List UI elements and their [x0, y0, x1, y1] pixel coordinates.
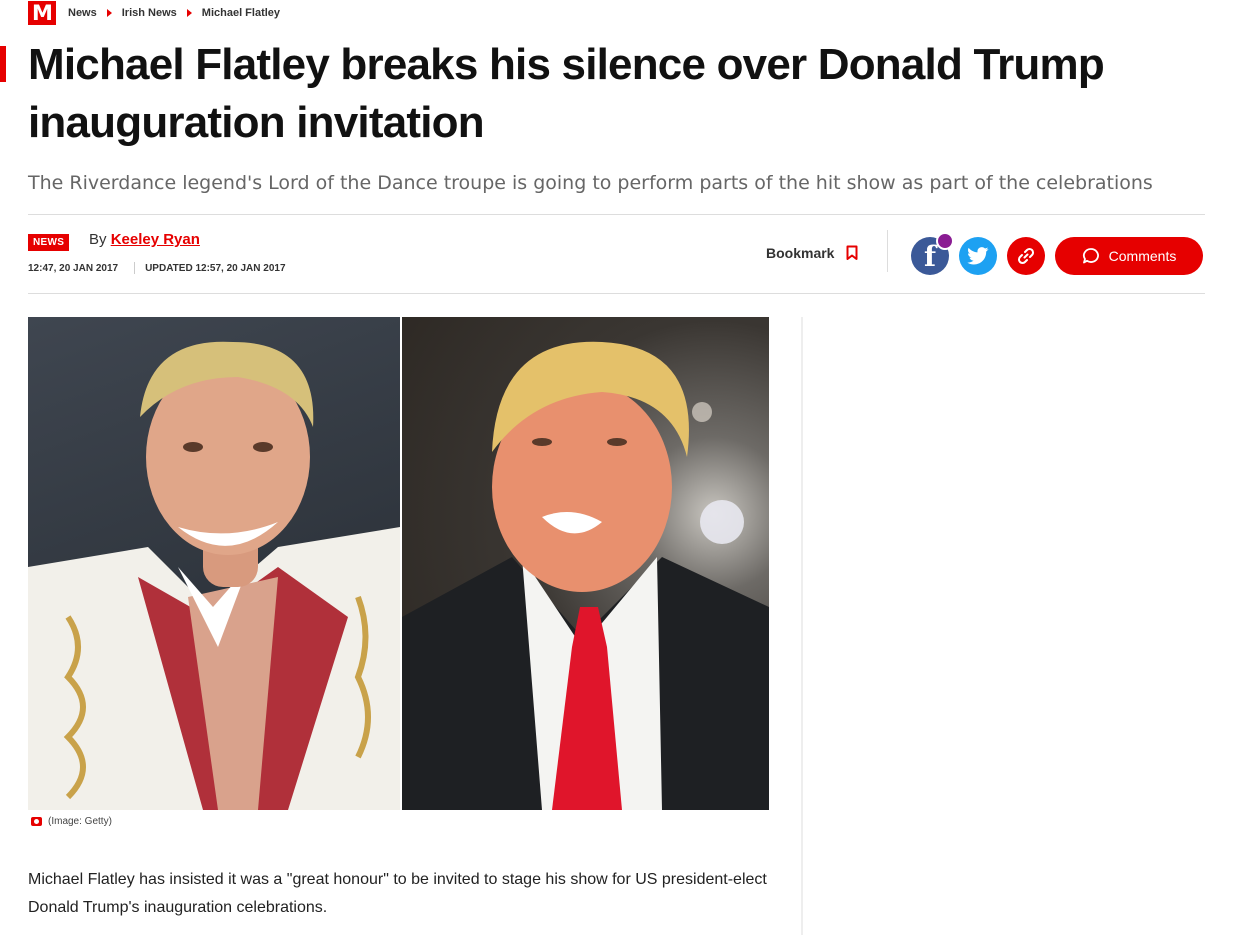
article-standfirst: The Riverdance legend's Lord of the Danc…	[28, 172, 1153, 194]
hero-photo-right	[402, 317, 769, 810]
top-bar: M News Irish News Michael Flatley	[28, 0, 280, 26]
divider	[28, 214, 1205, 215]
divider	[28, 293, 1205, 294]
article-headline: Michael Flatley breaks his silence over …	[28, 40, 1105, 147]
breadcrumb: News Irish News Michael Flatley	[68, 7, 280, 19]
facebook-icon: f	[923, 239, 937, 273]
breadcrumb-news[interactable]: News	[68, 7, 97, 19]
bookmark-button[interactable]: Bookmark	[766, 245, 858, 261]
actions-divider	[887, 230, 888, 272]
headline-accent-bar	[0, 46, 6, 82]
breadcrumb-arrow-icon	[106, 9, 112, 17]
facebook-share-button[interactable]: f	[911, 232, 954, 275]
twitter-share-button[interactable]	[959, 237, 997, 275]
byline-prefix: By	[89, 231, 107, 248]
comments-button[interactable]: Comments	[1055, 237, 1203, 275]
sidebar-divider	[801, 317, 803, 935]
link-icon	[1017, 247, 1035, 265]
copy-link-button[interactable]	[1007, 237, 1045, 275]
mirror-logo[interactable]: M	[28, 1, 56, 25]
breadcrumb-irish-news[interactable]: Irish News	[122, 7, 177, 19]
author-link[interactable]: Keeley Ryan	[111, 231, 200, 248]
section-badge[interactable]: NEWS	[28, 234, 70, 251]
camera-icon	[31, 817, 42, 826]
breadcrumb-michael-flatley[interactable]: Michael Flatley	[202, 7, 280, 19]
article-hero-image[interactable]	[28, 317, 769, 810]
updated-time: UPDATED 12:57, 20 JAN 2017	[145, 262, 286, 274]
hero-photo-left	[28, 317, 400, 810]
published-time: 12:47, 20 JAN 2017	[28, 262, 119, 274]
timestamp-divider	[134, 262, 136, 274]
image-caption: (Image: Getty)	[31, 816, 112, 827]
breadcrumb-arrow-icon	[186, 9, 192, 17]
comment-bubble-icon	[1082, 248, 1099, 264]
byline: By Keeley Ryan	[89, 231, 200, 248]
flatley-photo-illustration	[28, 341, 400, 810]
bookmark-icon	[846, 245, 858, 260]
twitter-icon	[967, 247, 989, 265]
timestamps: 12:47, 20 JAN 2017 UPDATED 12:57, 20 JAN…	[28, 262, 286, 274]
comments-label: Comments	[1108, 248, 1177, 264]
image-credit: (Image: Getty)	[48, 816, 112, 827]
article-body-paragraph: Michael Flatley has insisted it was a "g…	[28, 871, 767, 916]
bookmark-label: Bookmark	[766, 245, 835, 261]
trump-photo-illustration	[402, 341, 769, 810]
messenger-badge-icon	[936, 232, 954, 250]
